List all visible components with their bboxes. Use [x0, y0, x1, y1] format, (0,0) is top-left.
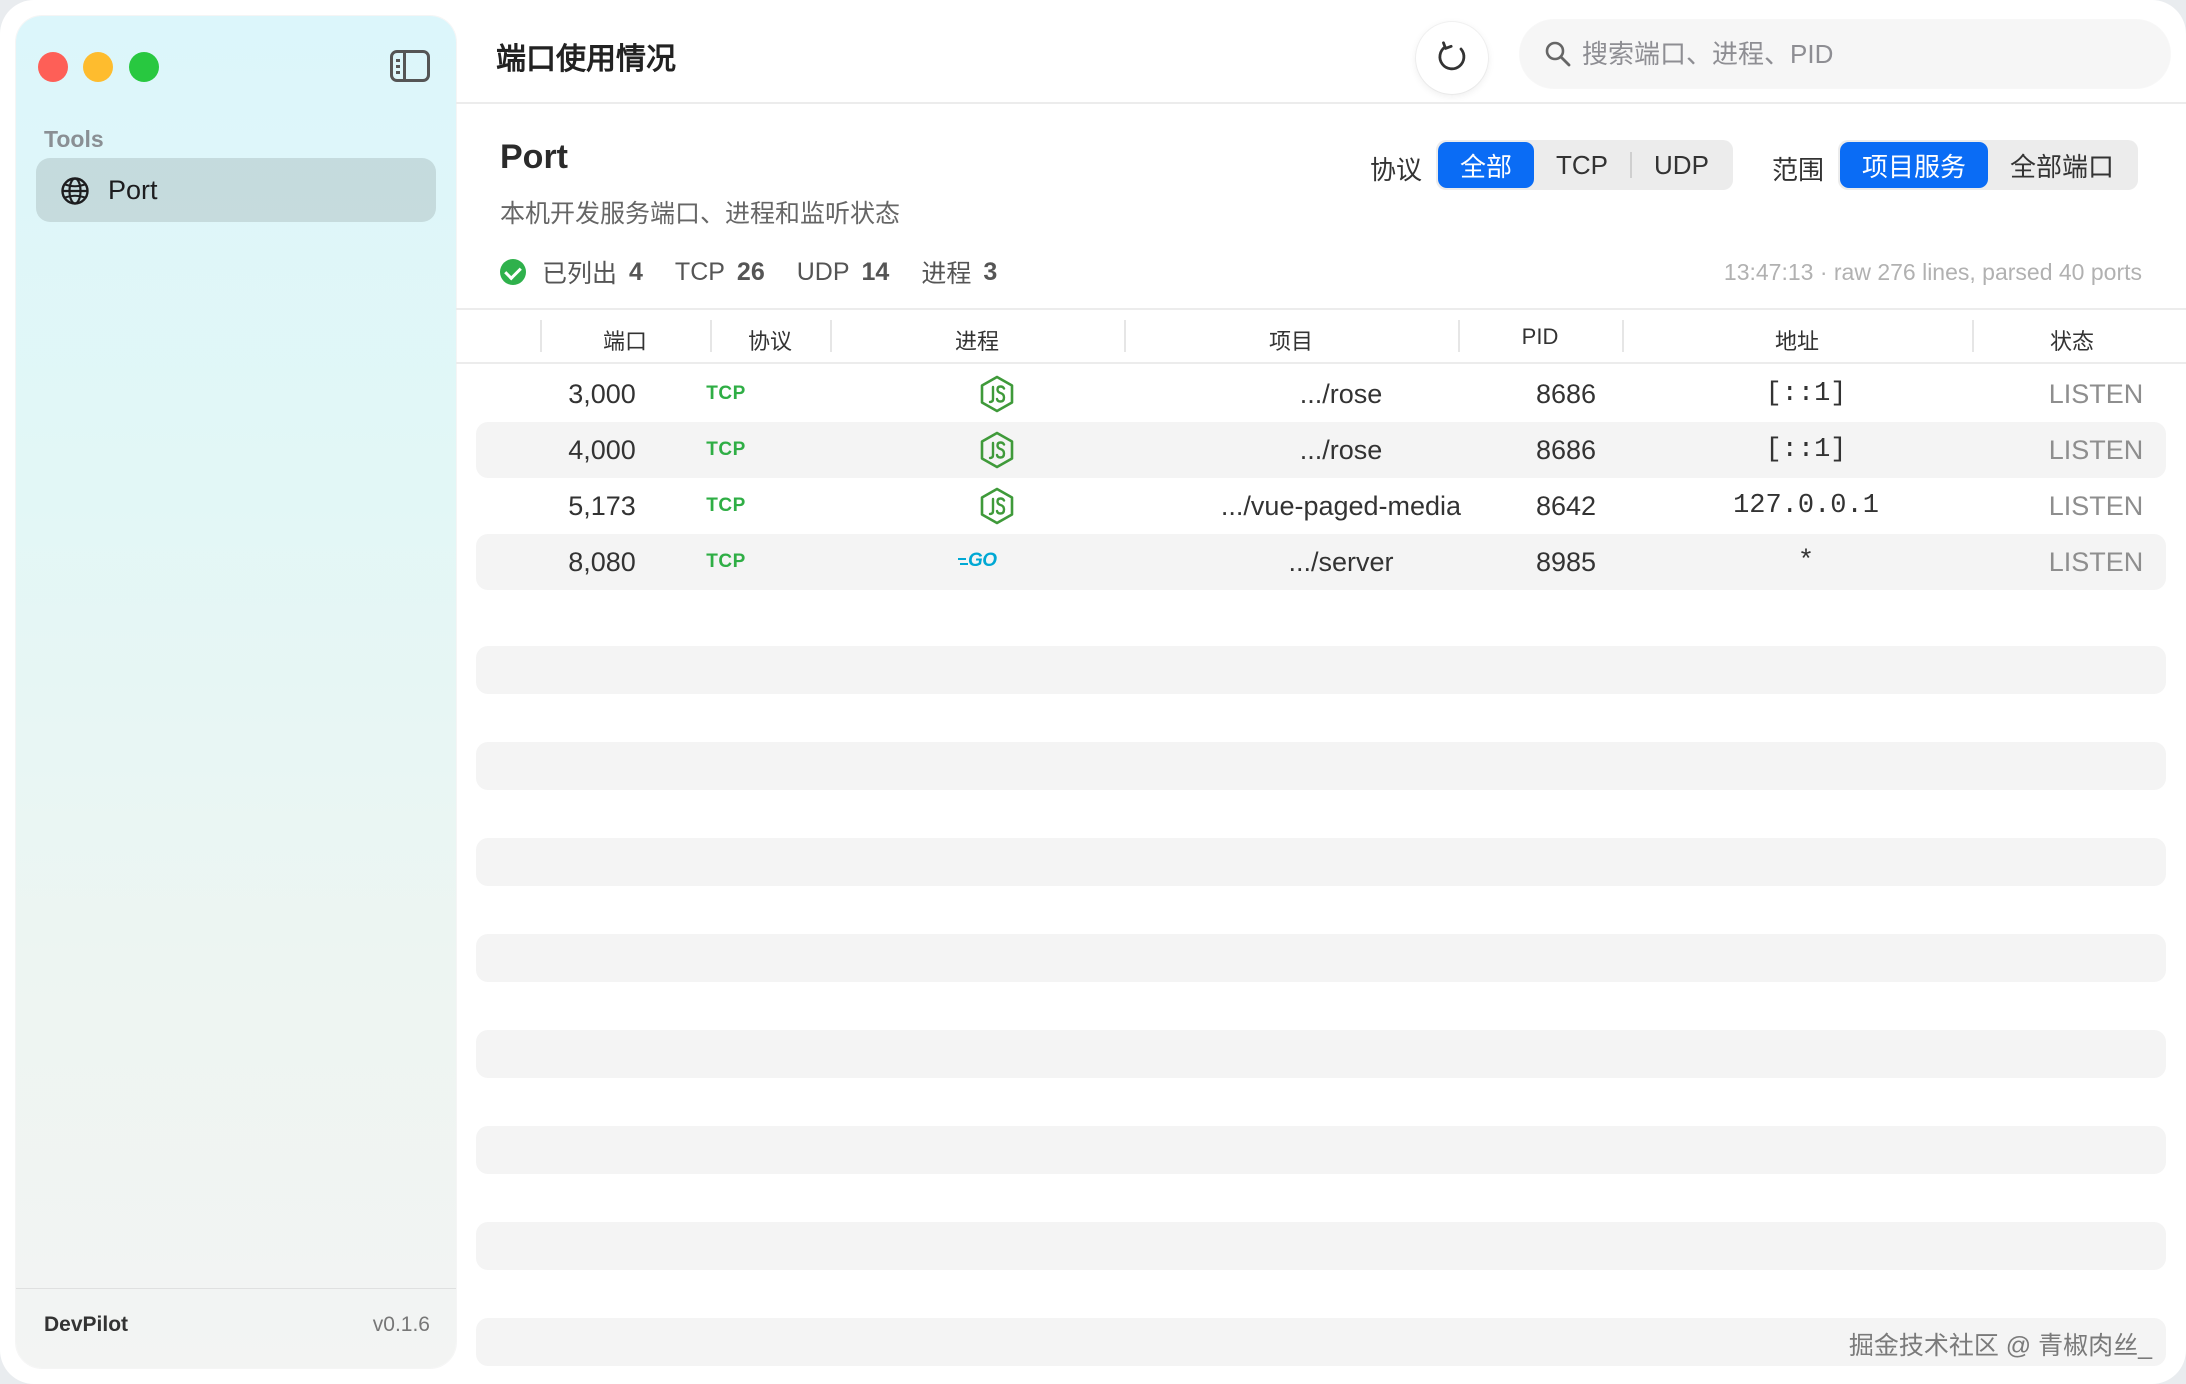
cell-pid: 8686	[1535, 435, 1597, 465]
empty-row-placeholder	[476, 1126, 2166, 1174]
cell-project: .../server	[1288, 547, 1394, 577]
scope-filter-label: 范围	[1772, 155, 1825, 185]
app-name: DevPilot	[44, 1313, 129, 1336]
cell-address: *	[1797, 547, 1815, 577]
search-box[interactable]	[1520, 20, 2170, 88]
table-row[interactable]: 3,000 TCP .../rose 8686 [::1] LISTEN	[476, 366, 2166, 422]
watermark: 掘金技术社区 @ 青椒肉丝_	[1848, 1332, 2152, 1360]
column-header-address[interactable]: 地址	[1622, 324, 1972, 356]
protocol-option-tcp[interactable]: TCP	[1534, 142, 1630, 188]
window-title: 端口使用情况	[496, 43, 676, 76]
cell-address: [::1]	[1765, 379, 1847, 409]
nodejs-icon	[980, 431, 1014, 469]
stat-listed-value: 4	[629, 257, 643, 286]
check-circle-icon	[500, 259, 526, 285]
cell-pid: 8686	[1535, 379, 1597, 409]
parse-meta: 13:47:13 · raw 276 lines, parsed 40 port…	[1723, 259, 2142, 285]
cell-port: 8,080	[568, 547, 636, 577]
protocol-filter-label: 协议	[1370, 155, 1423, 185]
cell-address: [::1]	[1765, 435, 1847, 465]
protocol-segmented-control: 全部 TCP UDP	[1436, 140, 1733, 190]
search-input[interactable]	[1582, 32, 2142, 76]
cell-project: .../vue-paged-media	[1220, 491, 1462, 521]
cell-protocol: TCP	[706, 383, 746, 404]
cell-protocol: TCP	[706, 439, 746, 460]
stat-process-value: 3	[983, 257, 998, 286]
app-window: Tools Port DevPilot v0.1.6 端口使用情况 搜索端口、进…	[0, 0, 2186, 1384]
column-header-state[interactable]: 状态	[1972, 324, 2172, 356]
cell-protocol: TCP	[706, 495, 746, 516]
empty-row-placeholder	[476, 838, 2166, 886]
protocol-option-all[interactable]: 全部	[1438, 142, 1535, 188]
page-subtitle: 本机开发服务端口、进程和监听状态	[500, 200, 901, 228]
port-table-body: 3,000 TCP .../rose 8686 [::1] LISTEN 4,0…	[476, 366, 2166, 590]
cell-process	[956, 422, 1036, 478]
cell-process	[956, 366, 1036, 422]
scope-option-all-ports[interactable]: 全部端口	[1988, 142, 2136, 188]
minimize-window-button[interactable]	[83, 52, 113, 82]
empty-row-placeholder	[476, 1222, 2166, 1270]
cell-port: 3,000	[568, 379, 636, 409]
main-content: Port 本机开发服务端口、进程和监听状态 协议 全部 TCP UDP 范围 项…	[456, 104, 2186, 1384]
go-icon: GO	[958, 550, 997, 571]
zoom-window-button[interactable]	[129, 52, 159, 82]
cell-state: LISTEN	[2048, 435, 2144, 465]
sidebar-item-port[interactable]: Port	[36, 158, 436, 222]
cell-address: 127.0.0.1	[1733, 491, 1879, 521]
stat-udp-label: UDP	[796, 257, 850, 286]
refresh-button[interactable]	[1416, 22, 1488, 94]
table-header: 端口 协议 进程 项目 PID 地址 状态	[456, 308, 2186, 364]
cell-port: 4,000	[568, 435, 636, 465]
cell-port: 5,173	[568, 491, 636, 521]
column-header-process[interactable]: 进程	[830, 324, 1124, 356]
sidebar: Tools Port DevPilot v0.1.6	[16, 16, 456, 1368]
column-header-protocol[interactable]: 协议	[710, 324, 830, 356]
page-title: Port	[500, 138, 568, 176]
globe-icon	[61, 177, 89, 205]
search-icon	[1545, 41, 1571, 67]
scope-segmented-control: 项目服务 全部端口	[1838, 140, 2139, 190]
cell-process	[956, 478, 1036, 534]
stat-tcp-value: 26	[736, 257, 765, 286]
sidebar-footer: DevPilot v0.1.6	[16, 1288, 456, 1368]
nodejs-icon	[980, 375, 1014, 413]
cell-state: LISTEN	[2048, 379, 2144, 409]
column-header-port[interactable]: 端口	[540, 324, 710, 356]
table-row[interactable]: 5,173 TCP .../vue-paged-media 8642 127.0…	[476, 478, 2166, 534]
sidebar-toggle-icon[interactable]	[390, 50, 430, 82]
refresh-icon	[1438, 41, 1466, 71]
sidebar-item-label: Port	[108, 175, 158, 205]
cell-project: .../rose	[1299, 379, 1383, 409]
column-header-project[interactable]: 项目	[1124, 324, 1458, 356]
empty-row-placeholder	[476, 742, 2166, 790]
close-window-button[interactable]	[38, 52, 68, 82]
scope-option-project[interactable]: 项目服务	[1840, 142, 1989, 188]
column-header-pid[interactable]: PID	[1458, 324, 1622, 350]
cell-protocol: TCP	[706, 551, 746, 572]
stat-tcp-label: TCP	[674, 257, 725, 286]
cell-process: GO	[956, 534, 1036, 590]
protocol-option-udp[interactable]: UDP	[1632, 142, 1731, 188]
stat-process-label: 进程	[921, 260, 972, 288]
cell-state: LISTEN	[2048, 491, 2144, 521]
stats-bar: 已列出 4 TCP 26 UDP 14 进程 3	[500, 254, 1029, 290]
stat-udp-value: 14	[861, 257, 890, 286]
empty-row-placeholder	[476, 646, 2166, 694]
stat-listed-label: 已列出	[542, 260, 618, 288]
empty-row-placeholder	[476, 1030, 2166, 1078]
cell-state: LISTEN	[2048, 547, 2144, 577]
empty-row-placeholder	[476, 934, 2166, 982]
cell-pid: 8985	[1535, 547, 1597, 577]
sidebar-section-label: Tools	[44, 126, 104, 152]
toolbar: 端口使用情况	[456, 0, 2186, 104]
app-version: v0.1.6	[372, 1313, 430, 1336]
nodejs-icon	[980, 487, 1014, 525]
cell-project: .../rose	[1299, 435, 1383, 465]
table-row[interactable]: 4,000 TCP .../rose 8686 [::1] LISTEN	[476, 422, 2166, 478]
cell-pid: 8642	[1535, 491, 1597, 521]
table-row[interactable]: 8,080 TCP GO .../server 8985 * LISTEN	[476, 534, 2166, 590]
